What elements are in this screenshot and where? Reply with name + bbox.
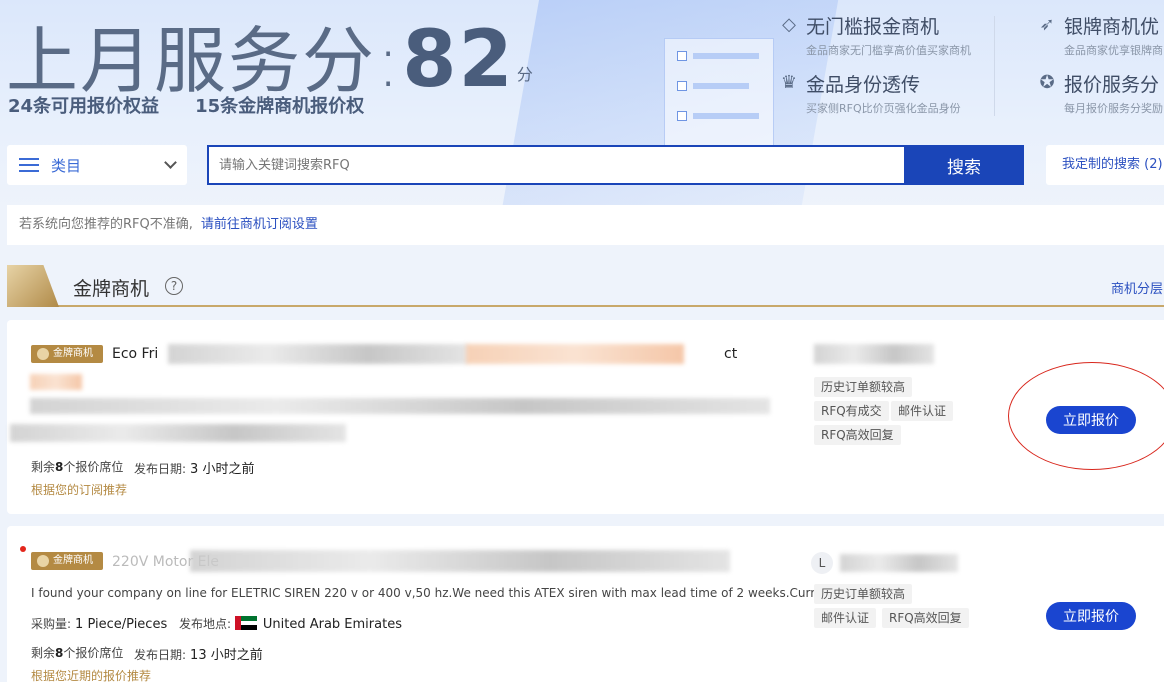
list-icon — [19, 158, 39, 172]
award-icon: ✪ — [1039, 72, 1055, 93]
checkbox-icon — [677, 81, 687, 91]
quote-seats: 剩余8个报价席位 — [31, 460, 124, 474]
rocket-icon: ➶ — [1039, 14, 1055, 35]
buyer-tag: RFQ有成交 — [814, 401, 889, 421]
feature-silver: ➶ 银牌商机优 金品商家优享银牌商 — [1036, 12, 1163, 58]
buyer-tag: 历史订单额较高 — [814, 377, 913, 397]
checkbox-icon — [677, 111, 687, 121]
feature-gold-identity: ♛ 金品身份透传 买家侧RFQ比价页强化金品身份 — [778, 70, 961, 116]
available-quote-rights: 24条可用报价权益 — [8, 96, 160, 117]
publish-date: 发布日期: 13 小时之前 — [134, 648, 263, 663]
redacted-title — [190, 550, 730, 572]
redacted-tag — [30, 374, 82, 390]
feature-no-threshold: ◇ 无门槛报金商机 金品商家无门槛享高价值买家商机 — [778, 12, 971, 58]
rfq-title[interactable]: Eco Fri — [112, 346, 158, 362]
recommend-reason: 根据您的订阅推荐 — [31, 483, 128, 497]
publish-date: 发布日期: 3 小时之前 — [134, 462, 255, 477]
service-score: 82 — [402, 15, 515, 105]
gold-badge: 金牌商机 — [31, 552, 103, 570]
recommendation-notice: 若系统向您推荐的RFQ不准确, 请前往商机订阅设置 — [7, 205, 1164, 245]
buyer-tag: 邮件认证 — [814, 608, 877, 628]
buyer-tag: RFQ高效回复 — [814, 425, 901, 445]
purchase-quantity: 采购量: 1 Piece/Pieces — [31, 617, 168, 632]
rfq-description: I found your company on line for ELETRIC… — [31, 586, 826, 600]
search-input[interactable] — [207, 145, 905, 185]
checkbox-icon — [677, 51, 687, 61]
recommend-reason: 根据您近期的报价推荐 — [31, 669, 152, 682]
category-select[interactable]: 类目 — [7, 145, 187, 185]
feature-service-score: ✪ 报价服务分 每月报价服务分奖励 — [1036, 70, 1163, 116]
help-icon[interactable]: ? — [165, 277, 183, 295]
buyer-tag: 邮件认证 — [891, 401, 954, 421]
hero-illustration — [664, 38, 774, 156]
diamond-icon: ◇ — [782, 14, 796, 35]
opportunity-tier-link[interactable]: 商机分层 — [1111, 278, 1163, 297]
gold-badge: 金牌商机 — [31, 345, 103, 363]
buyer-tag: 历史订单额较高 — [814, 584, 913, 604]
redacted-buyer — [840, 554, 958, 572]
redacted-description — [10, 424, 346, 442]
custom-search-link[interactable]: 我定制的搜索 (2) — [1046, 145, 1164, 185]
redacted-buyer — [814, 344, 934, 364]
uae-flag-icon — [234, 616, 257, 630]
quote-seats: 剩余8个报价席位 — [31, 646, 124, 660]
divider — [994, 16, 995, 116]
gold-quote-rights: 15条金牌商机报价权 — [195, 96, 365, 117]
section-title: 金牌商机 — [73, 278, 150, 300]
section-header: 金牌商机 ? 商机分层 — [7, 265, 1164, 307]
redacted-description — [30, 398, 770, 414]
rights-summary: 24条可用报价权益 15条金牌商机报价权 — [8, 92, 364, 118]
highlight-circle — [1008, 362, 1164, 470]
subscription-settings-link[interactable]: 请前往商机订阅设置 — [201, 217, 318, 232]
crown-icon: ♛ — [780, 72, 798, 93]
publish-location: 发布地点: United Arab Emirates — [179, 616, 402, 632]
buyer-avatar: L — [811, 552, 833, 574]
unread-dot-icon — [20, 546, 26, 552]
redacted-title — [466, 344, 684, 364]
buyer-tag: RFQ高效回复 — [882, 608, 969, 628]
gold-tab-decoration — [7, 265, 59, 307]
search-button[interactable]: 搜索 — [904, 145, 1024, 185]
chevron-down-icon — [164, 156, 177, 169]
redacted-title — [168, 344, 468, 364]
quote-now-button[interactable]: 立即报价 — [1046, 602, 1136, 630]
